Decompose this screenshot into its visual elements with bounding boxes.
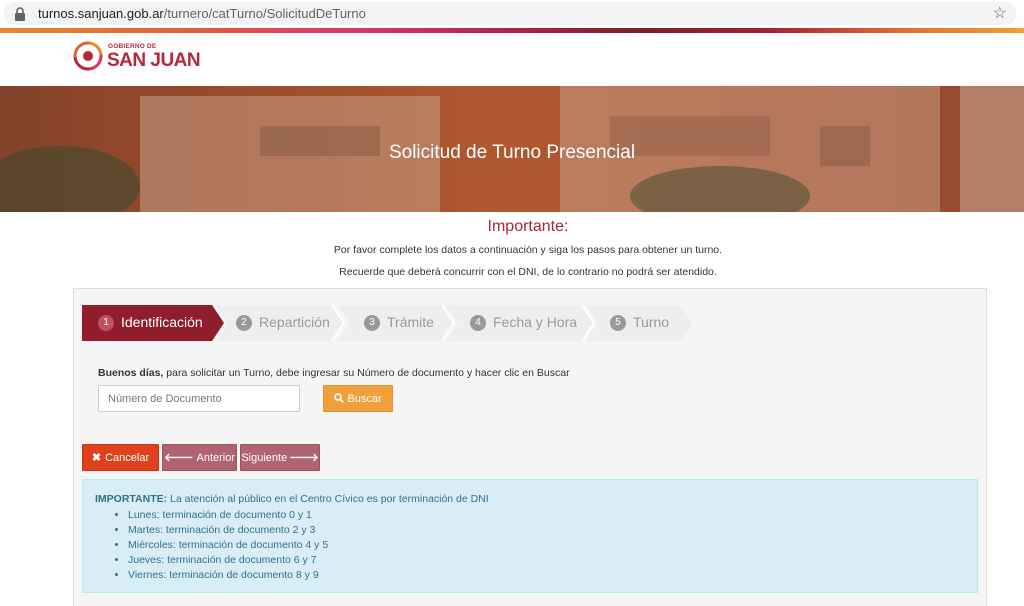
- url-text: turnos.sanjuan.gob.ar/turnero/catTurno/S…: [38, 6, 366, 21]
- browser-address-bar: turnos.sanjuan.gob.ar/turnero/catTurno/S…: [0, 0, 1024, 27]
- step-number: 5: [610, 315, 626, 331]
- step-tramite[interactable]: 3 Trámite: [338, 305, 454, 341]
- search-icon: [334, 393, 345, 403]
- url-path: /turnero/catTurno/SolicitudDeTurno: [163, 6, 366, 21]
- page-title: Solicitud de Turno Presencial: [388, 142, 636, 163]
- schedule-notice: IMPORTANTE: La atención al público en el…: [82, 479, 978, 593]
- greeting-rest: para solicitar un Turno, debe ingresar s…: [163, 367, 570, 379]
- bookmark-star-icon[interactable]: ☆: [993, 3, 1007, 23]
- step-number: 2: [236, 315, 252, 331]
- cancel-button[interactable]: ✖ Cancelar: [82, 444, 159, 471]
- next-button-label: Siguiente: [241, 452, 288, 464]
- instructions-line-1: Por favor complete los datos a continuac…: [333, 244, 723, 256]
- logo-big-text: SAN JUAN: [107, 50, 201, 71]
- greeting-text: Buenos días, para solicitar un Turno, de…: [98, 367, 570, 379]
- close-icon: ✖: [91, 452, 102, 464]
- previous-button-label: Anterior: [196, 452, 236, 464]
- notice-bold: IMPORTANTE:: [95, 493, 168, 505]
- list-item: Martes: terminación de documento 2 y 3: [128, 523, 328, 538]
- document-number-input[interactable]: [98, 385, 300, 412]
- instructions-line-2: Recuerde que deberá concurrir con el DNI…: [339, 266, 717, 278]
- previous-button[interactable]: 🡐 Anterior: [162, 444, 237, 471]
- step-label: Turno: [633, 314, 670, 330]
- list-item: Miércoles: terminación de documento 4 y …: [128, 538, 328, 553]
- brand-stripe: [0, 28, 1024, 33]
- step-number: 1: [98, 315, 114, 331]
- step-fecha-hora[interactable]: 4 Fecha y Hora: [446, 305, 594, 341]
- arrow-right-icon: 🡒: [289, 452, 319, 464]
- step-label: Fecha y Hora: [493, 314, 578, 330]
- step-reparticion[interactable]: 2 Repartición: [216, 305, 344, 341]
- list-item: Viernes: terminación de documento 8 y 9: [128, 568, 328, 583]
- step-number: 4: [470, 315, 486, 331]
- hero-banner: Solicitud de Turno Presencial: [0, 86, 1024, 212]
- step-label: Repartición: [259, 314, 330, 330]
- list-item: Jueves: terminación de documento 6 y 7: [128, 553, 328, 568]
- step-identificacion[interactable]: 1 Identificación: [82, 305, 224, 341]
- list-item: Lunes: terminación de documento 0 y 1: [128, 508, 328, 523]
- cancel-button-label: Cancelar: [105, 452, 150, 464]
- search-button[interactable]: Buscar: [323, 385, 393, 412]
- step-turno[interactable]: 5 Turno: [586, 305, 692, 341]
- notice-heading: IMPORTANTE: La atención al público en el…: [95, 493, 489, 505]
- step-label: Trámite: [387, 314, 434, 330]
- schedule-list: Lunes: terminación de documento 0 y 1 Ma…: [128, 508, 328, 583]
- sun-logo-icon: [73, 41, 103, 71]
- greeting-bold: Buenos días,: [98, 367, 164, 379]
- url-field[interactable]: turnos.sanjuan.gob.ar/turnero/catTurno/S…: [4, 2, 1016, 25]
- important-title: Importante:: [487, 218, 569, 235]
- url-host: turnos.sanjuan.gob.ar: [38, 6, 164, 21]
- search-button-label: Buscar: [347, 393, 382, 405]
- step-number: 3: [364, 315, 380, 331]
- arrow-left-icon: 🡐: [163, 452, 194, 464]
- logo-small-text: GOBIERNO DE: [108, 43, 157, 50]
- lock-icon: [15, 7, 25, 21]
- step-label: Identificación: [121, 314, 203, 330]
- next-button[interactable]: Siguiente 🡒: [240, 444, 320, 471]
- notice-text: La atención al público en el Centro Cívi…: [167, 493, 489, 505]
